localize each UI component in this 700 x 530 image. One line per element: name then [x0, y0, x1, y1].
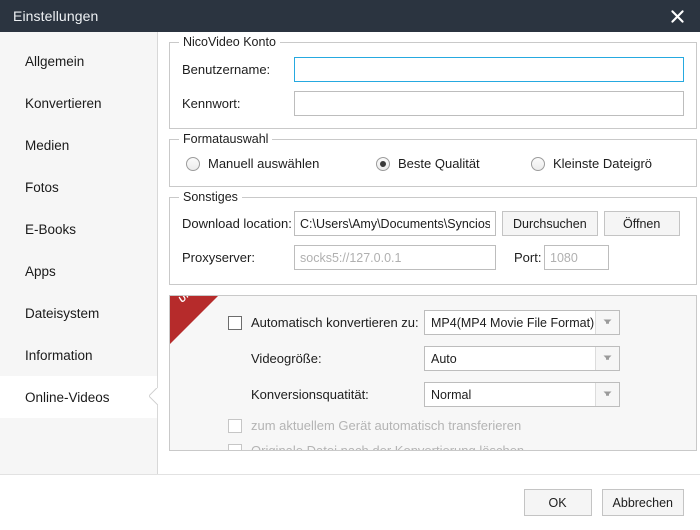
quality-row: Konversionsquatität: Normal	[228, 382, 684, 407]
format-radio-group: Manuell auswählen Beste Qualität Kleinst…	[182, 153, 684, 173]
sidebar-item-medien[interactable]: Medien	[0, 124, 157, 166]
sidebar-item-label: E-Books	[25, 221, 77, 237]
videosize-value: Auto	[431, 351, 457, 366]
radio-kleinste-dateigroesse[interactable]: Kleinste Dateigrö	[531, 156, 652, 171]
browse-button[interactable]: Durchsuchen	[502, 211, 598, 236]
title-bar: Einstellungen	[0, 0, 700, 32]
window-title: Einstellungen	[13, 8, 99, 24]
radio-manuell-auswaehlen[interactable]: Manuell auswählen	[186, 156, 376, 171]
sidebar-item-e-books[interactable]: E-Books	[0, 208, 157, 250]
close-icon[interactable]	[654, 0, 700, 32]
ok-button[interactable]: OK	[523, 489, 592, 516]
quality-label: Konversionsquatität:	[251, 387, 369, 402]
auto-transfer-row[interactable]: zum aktuellem Gerät automatisch transfer…	[228, 418, 684, 433]
radio-beste-qualitaet[interactable]: Beste Qualität	[376, 156, 531, 171]
delete-original-label: Originale Datei nach der Konvertierung l…	[251, 443, 525, 451]
auto-convert-checkbox[interactable]	[228, 315, 242, 330]
sidebar: Allgemein Konvertieren Medien Fotos E-Bo…	[0, 32, 158, 474]
auto-convert-row: Automatisch konvertieren zu: MP4(MP4 Mov…	[228, 310, 684, 335]
radio-icon	[531, 156, 545, 171]
sidebar-item-konvertieren[interactable]: Konvertieren	[0, 82, 157, 124]
sidebar-item-label: Apps	[25, 263, 56, 279]
auto-convert-checkbox-wrap[interactable]: Automatisch konvertieren zu:	[228, 315, 424, 330]
sidebar-item-apps[interactable]: Apps	[0, 250, 157, 292]
port-label: Port:	[514, 250, 542, 265]
chevron-down-icon	[595, 383, 619, 406]
sidebar-item-dateisystem[interactable]: Dateisystem	[0, 292, 157, 334]
quality-select[interactable]: Normal	[424, 382, 620, 407]
account-legend: NicoVideo Konto	[179, 35, 280, 49]
sidebar-item-label: Konvertieren	[25, 95, 102, 111]
videosize-label: Videogröße:	[251, 351, 322, 366]
quality-value: Normal	[431, 387, 472, 402]
sidebar-item-label: Online-Videos	[25, 389, 110, 405]
cancel-button[interactable]: Abbrechen	[601, 489, 684, 516]
sidebar-item-fotos[interactable]: Fotos	[0, 166, 157, 208]
dialog-body: Allgemein Konvertieren Medien Fotos E-Bo…	[0, 32, 700, 474]
settings-content: NicoVideo Konto Benutzername: Kennwort: …	[158, 32, 700, 474]
chevron-down-icon	[595, 311, 619, 334]
auto-convert-label: Automatisch konvertieren zu:	[251, 315, 419, 330]
username-row: Benutzername:	[182, 57, 684, 82]
download-location-label: Download location:	[182, 216, 292, 231]
misc-groupbox: Sonstiges Download location: Durchsuchen…	[169, 190, 697, 285]
sidebar-item-label: Allgemein	[25, 53, 85, 69]
active-indicator-notch	[149, 388, 158, 406]
port-input[interactable]	[544, 245, 609, 270]
ultimate-ribbon-icon	[170, 296, 218, 344]
videosize-select[interactable]: Auto	[424, 346, 620, 371]
dialog-footer: OK Abbrechen	[0, 474, 700, 530]
sidebar-item-label: Dateisystem	[25, 305, 100, 321]
output-format-value: MP4(MP4 Movie File Format)	[431, 315, 595, 330]
sidebar-item-allgemein[interactable]: Allgemein	[0, 40, 157, 82]
sidebar-item-label: Information	[25, 347, 93, 363]
radio-label: Kleinste Dateigrö	[553, 156, 652, 171]
sidebar-item-label: Fotos	[25, 179, 59, 195]
delete-original-checkbox	[228, 443, 242, 450]
sidebar-item-information[interactable]: Information	[0, 334, 157, 376]
sidebar-item-label: Medien	[25, 137, 70, 153]
password-label: Kennwort:	[182, 96, 241, 111]
format-legend: Formatauswahl	[179, 132, 273, 146]
proxy-input[interactable]	[294, 245, 496, 270]
username-label: Benutzername:	[182, 62, 271, 77]
misc-legend: Sonstiges	[179, 190, 242, 204]
output-format-select[interactable]: MP4(MP4 Movie File Format)	[424, 310, 620, 335]
account-groupbox: NicoVideo Konto Benutzername: Kennwort:	[169, 35, 697, 129]
settings-dialog: Einstellungen Allgemein Konvertieren Med…	[0, 0, 700, 530]
password-row: Kennwort:	[182, 91, 684, 116]
download-location-input[interactable]	[294, 211, 496, 236]
download-location-row: Download location: Durchsuchen Öffnen	[182, 211, 684, 236]
videosize-row: Videogröße: Auto	[228, 346, 684, 371]
password-input[interactable]	[294, 91, 684, 116]
proxy-row: Proxyserver: Port:	[182, 245, 684, 270]
auto-transfer-checkbox	[228, 418, 242, 433]
radio-label: Manuell auswählen	[208, 156, 320, 171]
chevron-down-icon	[595, 347, 619, 370]
proxy-label: Proxyserver:	[182, 250, 255, 265]
sidebar-item-online-videos[interactable]: Online-Videos	[0, 376, 157, 418]
auto-transfer-label: zum aktuellem Gerät automatisch transfer…	[251, 418, 522, 433]
username-input[interactable]	[294, 57, 684, 82]
delete-original-row[interactable]: Originale Datei nach der Konvertierung l…	[228, 443, 684, 451]
radio-icon	[186, 156, 200, 171]
format-groupbox: Formatauswahl Manuell auswählen Beste Qu…	[169, 132, 697, 187]
ultimate-panel: Ultimate Automatisch konvertieren zu: MP…	[169, 295, 697, 451]
radio-icon	[376, 156, 390, 171]
radio-label: Beste Qualität	[398, 156, 480, 171]
open-button[interactable]: Öffnen	[603, 211, 680, 236]
